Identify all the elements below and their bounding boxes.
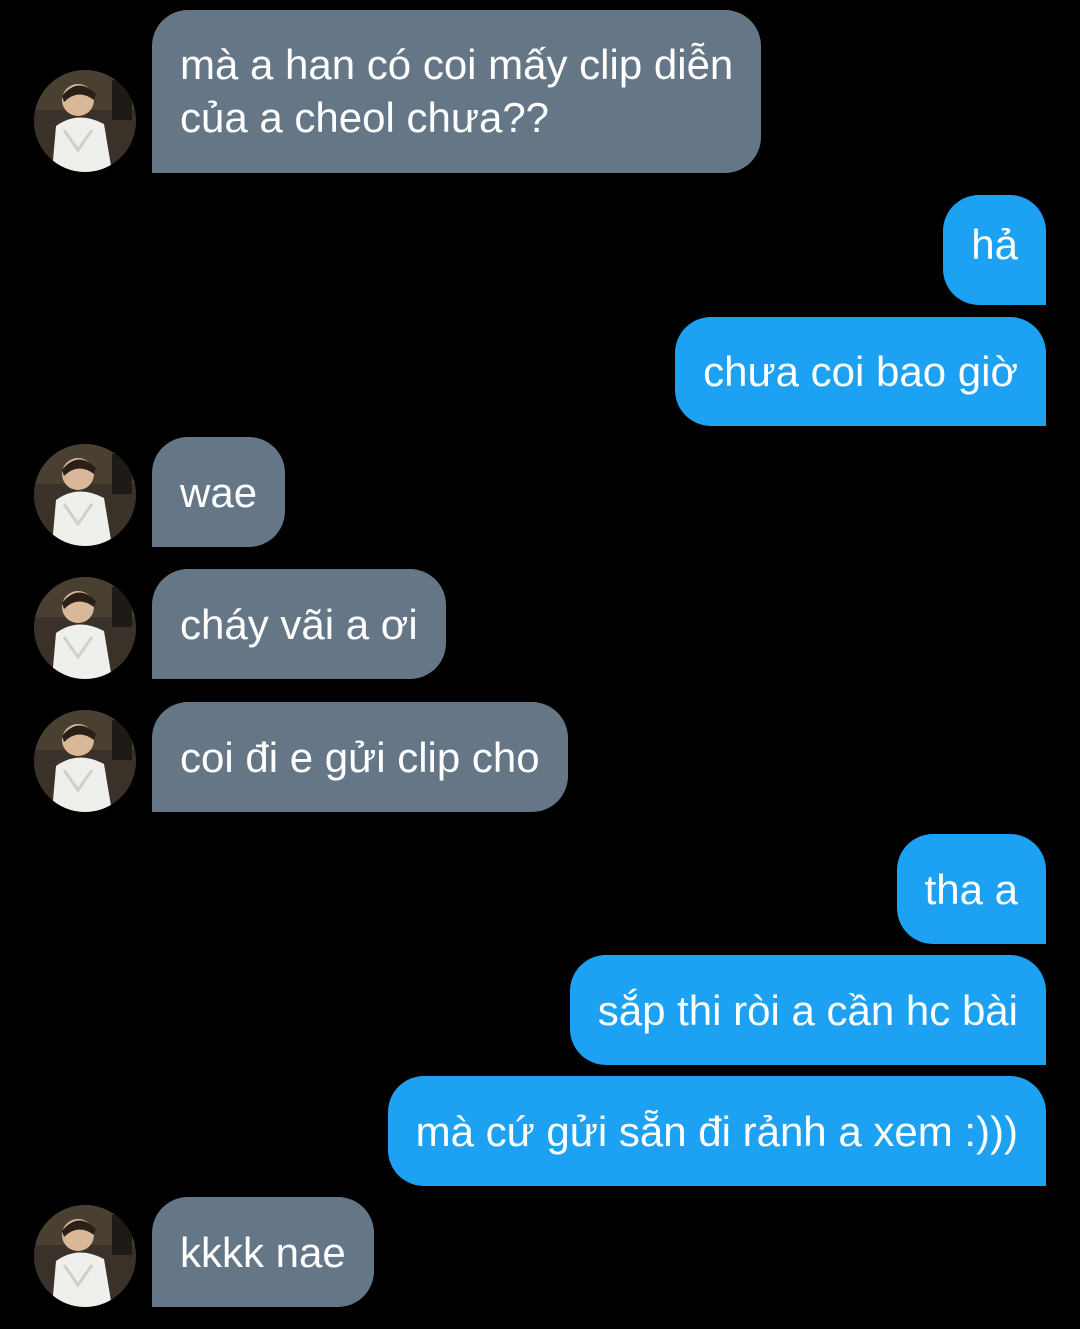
message-text: cháy vãi a ơi xyxy=(180,601,418,648)
sender-avatar[interactable] xyxy=(34,444,136,546)
profile-photo-person-icon xyxy=(34,70,136,172)
message-text: wae xyxy=(180,469,258,516)
incoming-message-bubble[interactable]: mà a han có coi mấy clip diễn của a cheo… xyxy=(152,10,762,173)
outgoing-message-bubble[interactable]: sắp thi ròi a cần hc bài xyxy=(569,955,1046,1065)
incoming-message-bubble[interactable]: wae xyxy=(152,437,286,547)
incoming-message-bubble[interactable]: coi đi e gửi clip cho xyxy=(152,702,568,812)
incoming-message-bubble[interactable]: kkkk nae xyxy=(152,1197,374,1307)
message-text: hả xyxy=(971,221,1018,268)
incoming-message-bubble[interactable]: cháy vãi a ơi xyxy=(152,569,446,679)
outgoing-message-bubble[interactable]: chưa coi bao giờ xyxy=(675,317,1046,426)
message-text: coi đi e gửi clip cho xyxy=(180,734,540,781)
sender-avatar[interactable] xyxy=(34,70,136,172)
profile-photo-person-icon xyxy=(34,577,136,679)
sender-avatar[interactable] xyxy=(34,577,136,679)
outgoing-message-bubble[interactable]: hả xyxy=(943,195,1046,305)
message-text: tha a xyxy=(924,866,1018,913)
profile-photo-person-icon xyxy=(34,444,136,546)
sender-avatar[interactable] xyxy=(34,710,136,812)
outgoing-message-bubble[interactable]: mà cứ gửi sẵn đi rảnh a xem :))) xyxy=(387,1076,1046,1186)
dm-conversation-thread: mà a han có coi mấy clip diễn của a cheo… xyxy=(0,0,1080,1329)
profile-photo-person-icon xyxy=(34,710,136,812)
message-text: kkkk nae xyxy=(180,1229,346,1276)
profile-photo-person-icon xyxy=(34,1205,136,1307)
message-text: sắp thi ròi a cần hc bài xyxy=(597,987,1018,1034)
sender-avatar[interactable] xyxy=(34,1205,136,1307)
outgoing-message-bubble[interactable]: tha a xyxy=(896,834,1046,944)
message-text-line: mà a han có coi mấy clip diễn xyxy=(180,41,734,88)
message-text: mà cứ gửi sẵn đi rảnh a xem :))) xyxy=(415,1108,1018,1155)
message-text: chưa coi bao giờ xyxy=(703,348,1018,395)
message-text-line: của a cheol chưa?? xyxy=(180,94,550,141)
